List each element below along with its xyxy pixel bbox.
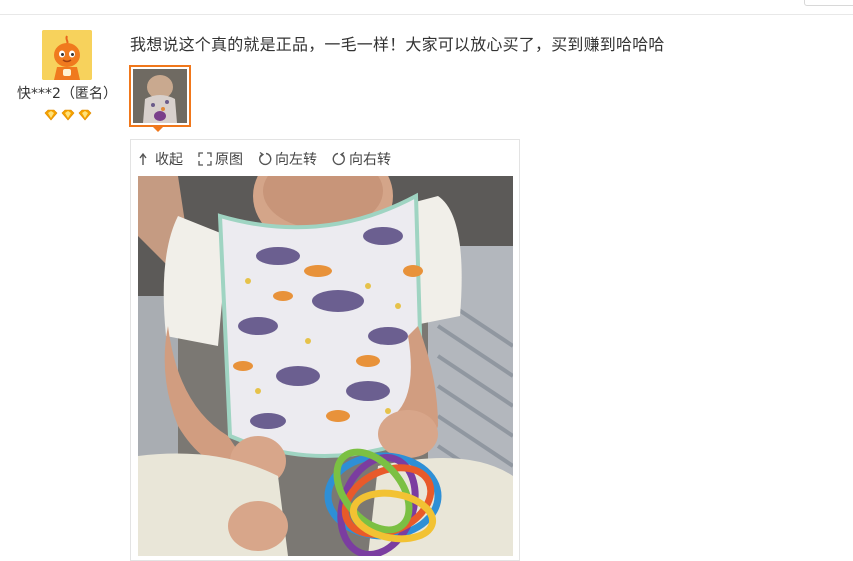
image-viewer: 收起 原图 向左转 向右转: [130, 139, 520, 561]
collapse-button[interactable]: 收起: [139, 148, 183, 170]
top-right-control[interactable]: [804, 0, 853, 6]
rotate-left-icon: [259, 151, 272, 166]
collapse-label: 收起: [155, 152, 183, 168]
rotate-right-label: 向右转: [349, 152, 391, 168]
original-image-label: 原图: [215, 152, 243, 168]
mascot-avatar-icon: [42, 30, 92, 80]
reviewer-name[interactable]: 快***2（匿名）: [8, 83, 126, 103]
review-photo: [138, 176, 513, 556]
original-image-button[interactable]: 原图: [197, 148, 243, 170]
expand-icon: [198, 152, 212, 166]
viewer-toolbar: 收起 原图 向左转 向右转: [139, 148, 391, 170]
thumbnail-image: [133, 69, 187, 123]
rotate-left-button[interactable]: 向左转: [257, 148, 317, 170]
review-text: 我想说这个真的就是正品，一毛一样！大家可以放心买了，买到赚到哈哈哈: [130, 35, 665, 54]
rank-badge: [44, 108, 94, 122]
review-thumbnail[interactable]: [129, 65, 191, 127]
arrow-up-icon: [139, 152, 147, 165]
top-divider: [0, 14, 853, 15]
diamond-icon: [44, 109, 92, 121]
rotate-left-label: 向左转: [275, 152, 317, 168]
avatar[interactable]: [42, 30, 92, 80]
rotate-right-button[interactable]: 向右转: [331, 148, 391, 170]
thumbnail-selected-caret: [152, 126, 164, 132]
rotate-right-icon: [332, 151, 345, 166]
